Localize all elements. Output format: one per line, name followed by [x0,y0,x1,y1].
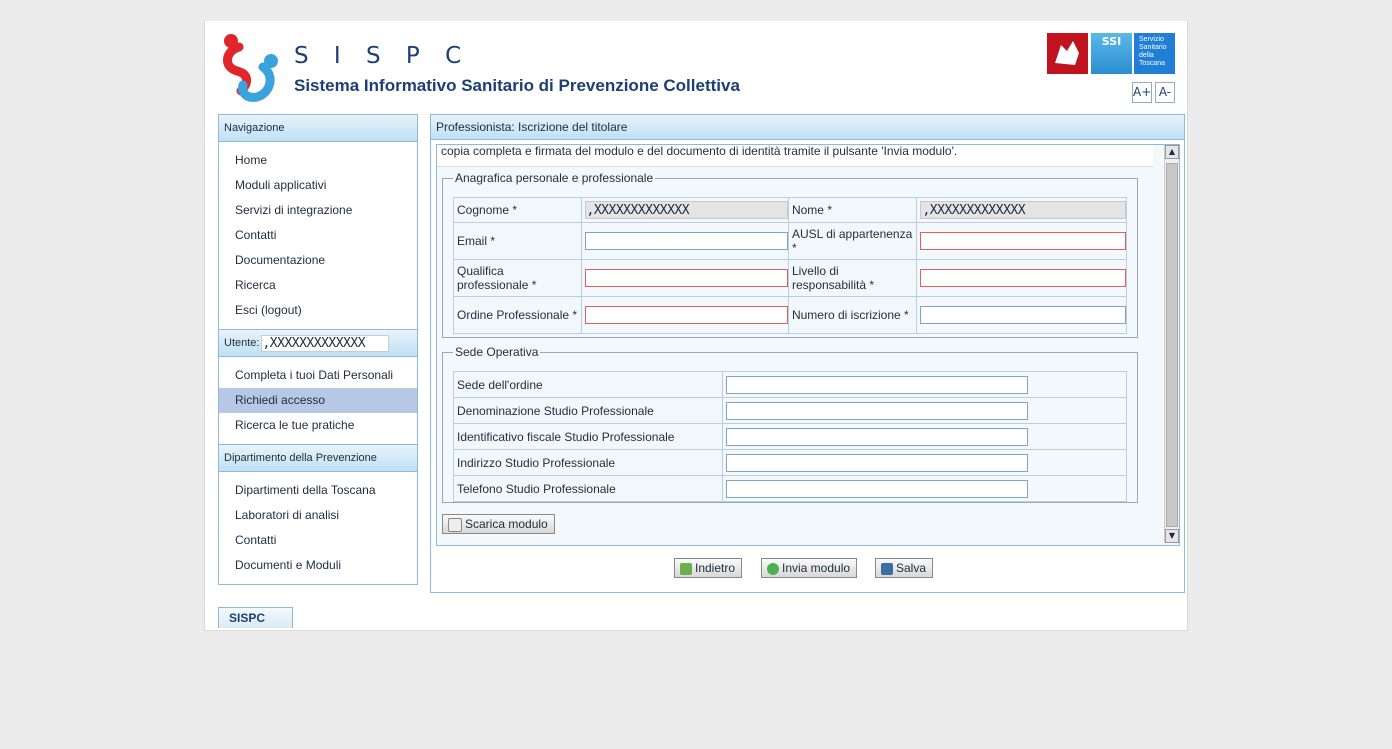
invia-modulo-button[interactable]: Invia modulo [761,558,858,578]
footer-tab-sispc[interactable]: SISPC [218,607,293,628]
send-plus-icon [767,562,779,575]
cognome-field[interactable]: ,XXXXXXXXXXXXX [584,201,788,219]
sede-table: Sede dell'ordine Denominazione Studio Pr… [453,371,1127,502]
indirizzo-field[interactable] [726,453,1028,472]
sst-logo: Servizio Sanitario della Toscana [1134,33,1175,74]
ausl-label: AUSL di appartenenza * [787,222,918,260]
numero-label: Numero di iscrizione * [787,296,918,334]
telefono-field[interactable] [726,479,1028,498]
livello-field[interactable] [920,269,1126,287]
numero-field[interactable] [920,306,1126,324]
anagrafica-fieldset: Anagrafica personale e professionale Cog… [442,171,1138,338]
intro-text: copia completa e firmata del modulo e de… [437,145,1153,167]
back-arrow-icon [680,562,692,575]
salva-label: Salva [896,561,927,575]
scroll-down-icon[interactable]: ▼ [1165,529,1179,543]
email-field[interactable] [584,232,788,250]
dept-item-laboratori[interactable]: Laboratori di analisi [219,503,417,528]
user-value: ,XXXXXXXXXXXXX [261,334,390,352]
livello-label: Livello di responsabilità * [787,259,918,297]
cognome-label: Cognome * [453,197,582,223]
nav-item-servizi[interactable]: Servizi di integrazione [219,198,417,223]
sispc-logo [223,34,278,102]
identificativo-fiscale-field[interactable] [726,427,1028,446]
sede-legend: Sede Operativa [455,345,539,359]
scarica-modulo-label: Scarica modulo [465,517,548,531]
footer-tab-label: SISPC [229,611,266,625]
app-subtitle: Sistema Informativo Sanitario di Prevenz… [294,76,740,95]
ausl-field[interactable] [920,232,1126,250]
app-title: S I S P C [294,43,471,69]
dept-item-contatti[interactable]: Contatti [219,528,417,553]
user-item-richiedi-accesso[interactable]: Richiedi accesso [219,388,417,413]
denominazione-field[interactable] [726,401,1028,420]
dept-item-documenti[interactable]: Documenti e Moduli [219,553,417,578]
vertical-scrollbar[interactable]: ▲ ▼ [1164,145,1179,543]
salva-button[interactable]: Salva [875,558,934,578]
indietro-button[interactable]: Indietro [674,558,743,578]
denominazione-label: Denominazione Studio Professionale [453,397,723,424]
qualifica-field[interactable] [584,269,788,287]
sidebar: Navigazione Home Moduli applicativi Serv… [218,114,418,585]
nav-item-logout[interactable]: Esci (logout) [219,298,417,323]
invia-modulo-label: Invia modulo [782,561,851,575]
scarica-modulo-button[interactable]: Scarica modulo [442,514,555,534]
identificativo-fiscale-label: Identificativo fiscale Studio Profession… [453,423,723,450]
nav-list: Home Moduli applicativi Servizi di integ… [219,142,417,329]
scroll-up-icon[interactable]: ▲ [1165,145,1179,159]
user-item-ricerca-pratiche[interactable]: Ricerca le tue pratiche [219,413,417,438]
dept-section-title: Dipartimento della Prevenzione [219,444,417,472]
nav-item-documentazione[interactable]: Documentazione [219,248,417,273]
ssi-logo-text: SSI [1101,35,1122,48]
ordine-label: Ordine Professionale * [453,296,582,334]
scroll-thumb[interactable] [1166,163,1178,527]
nav-item-moduli[interactable]: Moduli applicativi [219,173,417,198]
nav-section-title: Navigazione [219,114,417,142]
telefono-label: Telefono Studio Professionale [453,475,723,502]
save-disk-icon [881,562,893,575]
nome-field[interactable]: ,XXXXXXXXXXXXX [920,201,1126,219]
sede-ordine-label: Sede dell'ordine [453,371,723,398]
panel-title: Professionista: Iscrizione del titolare [431,115,1184,140]
user-label: Utente: [224,337,260,349]
indirizzo-label: Indirizzo Studio Professionale [453,449,723,476]
user-list: Completa i tuoi Dati Personali Richiedi … [219,357,417,444]
user-section-title: Utente: ,XXXXXXXXXXXXX [219,329,417,357]
nav-item-home[interactable]: Home [219,148,417,173]
nome-label: Nome * [787,197,918,223]
user-item-dati-personali[interactable]: Completa i tuoi Dati Personali [219,363,417,388]
nav-item-ricerca[interactable]: Ricerca [219,273,417,298]
nav-item-contatti[interactable]: Contatti [219,223,417,248]
indietro-label: Indietro [695,561,736,575]
main-panel: Professionista: Iscrizione del titolare … [430,114,1185,593]
font-decrease-button[interactable]: A- [1155,82,1175,103]
sede-fieldset: Sede Operativa Sede dell'ordine Denomina… [442,345,1138,503]
document-icon [448,517,462,532]
page-container: S I S P C Sistema Informativo Sanitario … [204,21,1188,631]
sede-ordine-field[interactable] [726,375,1028,394]
dept-list: Dipartimenti della Toscana Laboratori di… [219,472,417,584]
qualifica-label: Qualifica professionale * [453,259,582,297]
regione-toscana-logo [1047,33,1088,74]
font-increase-button[interactable]: A+ [1132,82,1152,103]
anagrafica-table: Cognome * ,XXXXXXXXXXXXX Nome * ,XXXXXXX… [453,197,1127,334]
ordine-field[interactable] [584,306,788,324]
email-label: Email * [453,222,582,260]
ssi-logo: SSI [1091,33,1132,74]
dept-item-dipartimenti[interactable]: Dipartimenti della Toscana [219,478,417,503]
anagrafica-legend: Anagrafica personale e professionale [455,171,654,185]
form-scroll-area: copia completa e firmata del modulo e de… [436,144,1180,546]
